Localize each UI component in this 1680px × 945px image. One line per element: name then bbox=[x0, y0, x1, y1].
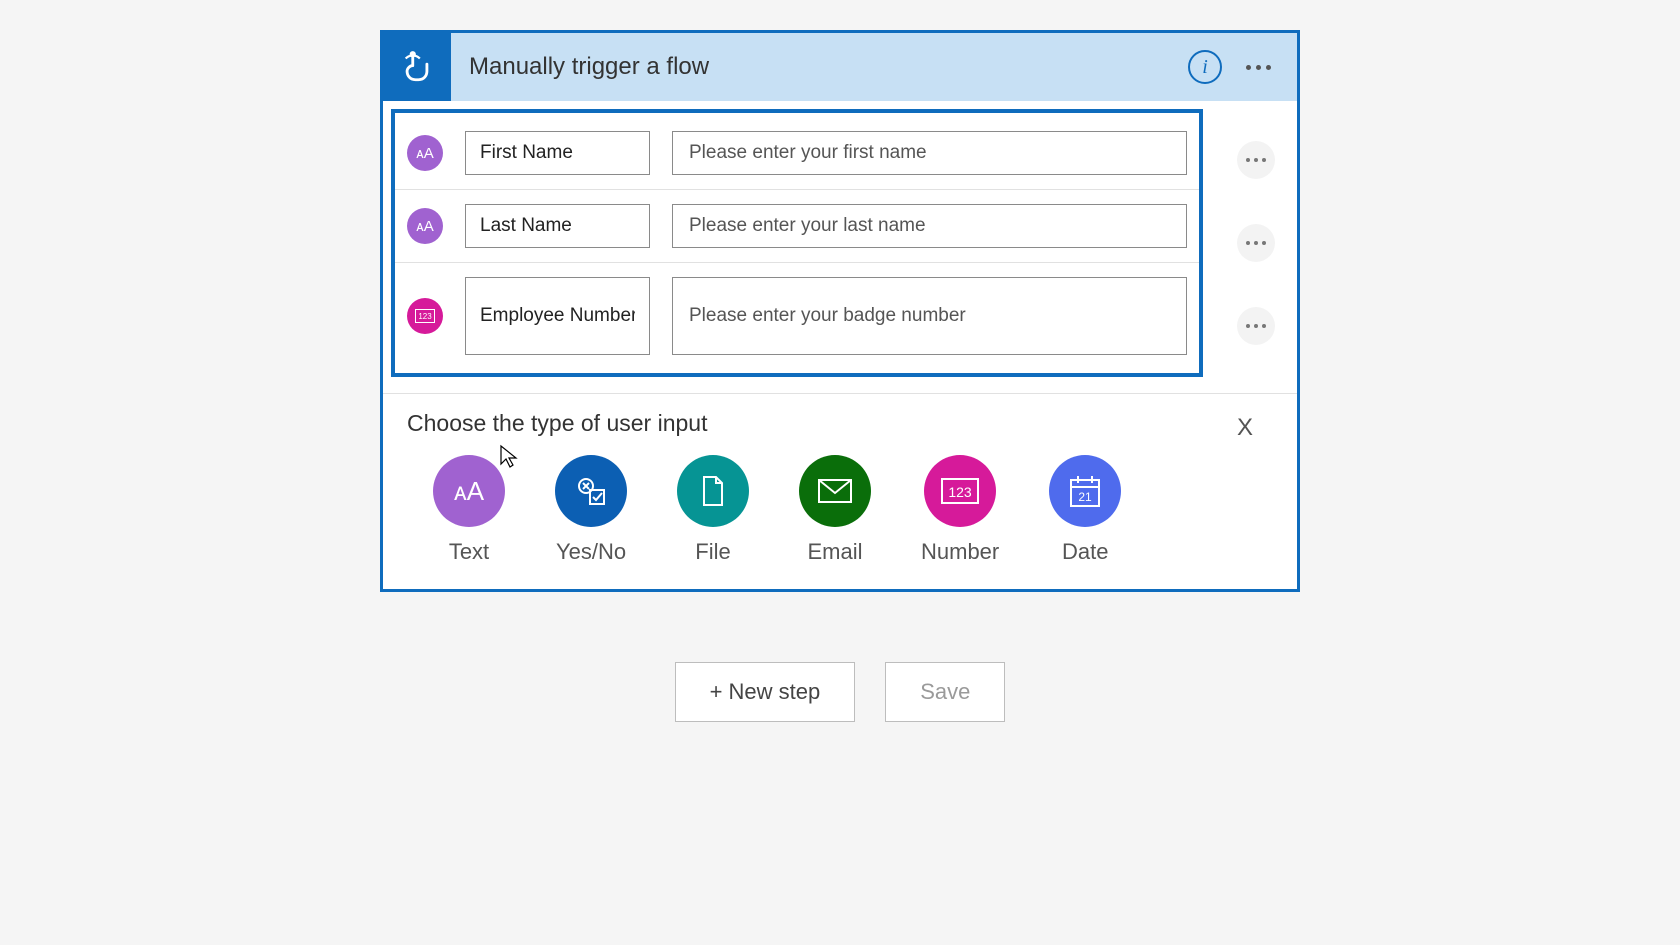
type-option-email[interactable]: Email bbox=[799, 455, 871, 565]
input-prompt-field[interactable] bbox=[672, 277, 1187, 355]
text-icon: ᴀA bbox=[433, 455, 505, 527]
info-icon[interactable]: i bbox=[1188, 50, 1222, 84]
type-option-text[interactable]: ᴀA Text bbox=[433, 455, 505, 565]
input-types-row: ᴀA Text Yes/No bbox=[407, 455, 1273, 565]
svg-text:21: 21 bbox=[1079, 490, 1093, 504]
date-icon: 21 bbox=[1049, 455, 1121, 527]
action-bar: + New step Save bbox=[675, 662, 1006, 722]
row-more-menu[interactable] bbox=[1237, 224, 1275, 262]
trigger-card: Manually trigger a flow i ᴀA ᴀA 123 bbox=[380, 30, 1300, 592]
choose-input-type-section: Choose the type of user input X ᴀA Text … bbox=[383, 393, 1297, 589]
number-icon: 123 bbox=[924, 455, 996, 527]
row-more-menu[interactable] bbox=[1237, 307, 1275, 345]
input-name-field[interactable] bbox=[465, 131, 650, 175]
yesno-icon bbox=[555, 455, 627, 527]
new-step-button[interactable]: + New step bbox=[675, 662, 856, 722]
file-icon bbox=[677, 455, 749, 527]
input-prompt-field[interactable] bbox=[672, 204, 1187, 248]
choose-title: Choose the type of user input bbox=[407, 410, 1273, 437]
input-row: 123 bbox=[395, 263, 1199, 369]
type-option-date[interactable]: 21 Date bbox=[1049, 455, 1121, 565]
close-icon[interactable]: X bbox=[1237, 414, 1253, 442]
row-more-menu[interactable] bbox=[1237, 141, 1275, 179]
card-title: Manually trigger a flow bbox=[451, 53, 1188, 81]
card-header[interactable]: Manually trigger a flow i bbox=[383, 33, 1297, 101]
input-name-field[interactable] bbox=[465, 204, 650, 248]
type-option-number[interactable]: 123 Number bbox=[921, 455, 999, 565]
number-type-icon: 123 bbox=[407, 298, 443, 334]
card-more-menu[interactable] bbox=[1240, 59, 1277, 76]
type-option-yesno[interactable]: Yes/No bbox=[555, 455, 627, 565]
input-prompt-field[interactable] bbox=[672, 131, 1187, 175]
input-row: ᴀA bbox=[395, 117, 1199, 190]
type-option-file[interactable]: File bbox=[677, 455, 749, 565]
svg-text:123: 123 bbox=[948, 484, 972, 500]
save-button[interactable]: Save bbox=[885, 662, 1005, 722]
inputs-highlight-box: ᴀA ᴀA 123 bbox=[391, 109, 1203, 377]
email-icon bbox=[799, 455, 871, 527]
input-row: ᴀA bbox=[395, 190, 1199, 263]
text-type-icon: ᴀA bbox=[407, 135, 443, 171]
trigger-icon bbox=[383, 33, 451, 101]
text-type-icon: ᴀA bbox=[407, 208, 443, 244]
svg-text:123: 123 bbox=[418, 312, 432, 321]
input-name-field[interactable] bbox=[465, 277, 650, 355]
